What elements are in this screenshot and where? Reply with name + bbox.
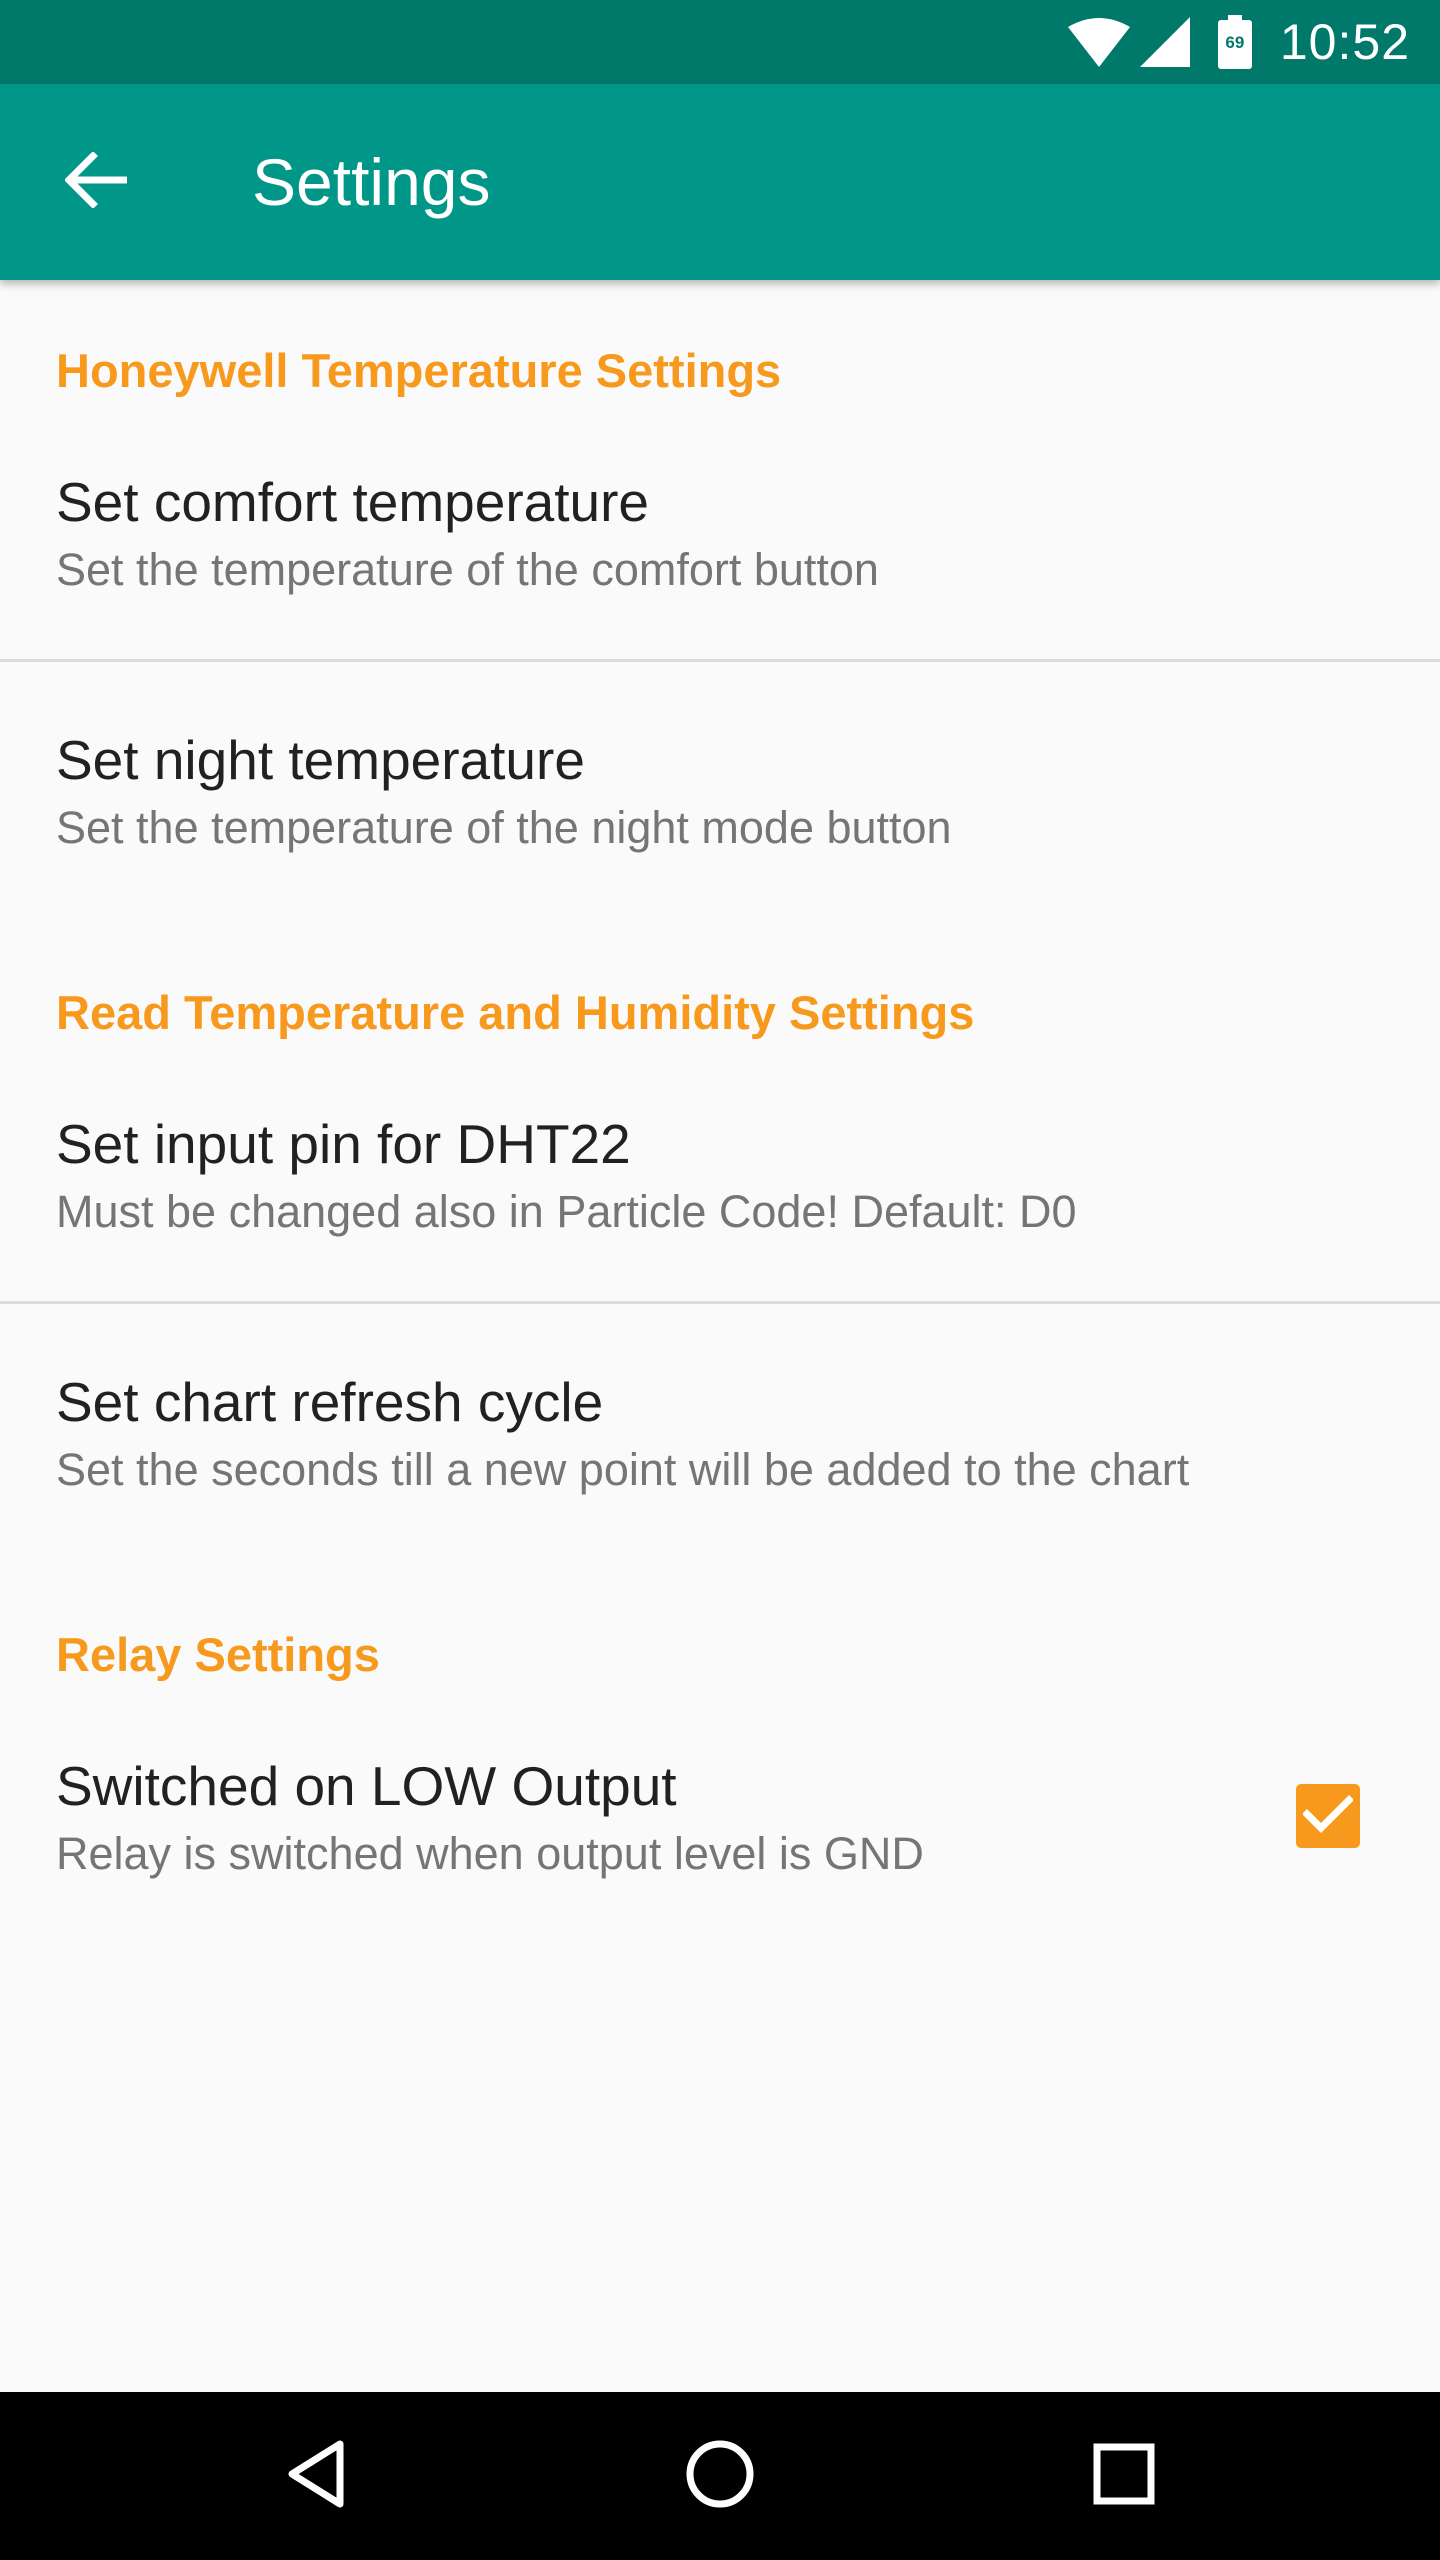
- pref-title: Switched on LOW Output: [56, 1755, 677, 1817]
- pref-summary: Must be changed also in Particle Code! D…: [56, 1186, 1077, 1237]
- pref-title: Set chart refresh cycle: [56, 1371, 604, 1433]
- nav-back-button[interactable]: [232, 2392, 400, 2560]
- app-bar: Settings: [0, 84, 1440, 280]
- status-icons: 69 10:52: [1067, 0, 1410, 84]
- nav-recents-button[interactable]: [1040, 2392, 1208, 2560]
- back-triangle-icon: [286, 2439, 346, 2514]
- pref-summary: Relay is switched when output level is G…: [56, 1828, 924, 1879]
- arrow-back-icon: [64, 150, 129, 213]
- pref-switched-on-low-output[interactable]: Switched on LOW Output Relay is switched…: [0, 1726, 1440, 1944]
- pref-title: Set comfort temperature: [56, 471, 650, 533]
- pref-summary: Set the temperature of the comfort butto…: [56, 544, 879, 595]
- pref-comfort-temperature[interactable]: Set comfort temperature Set the temperat…: [0, 442, 1440, 660]
- nav-home-button[interactable]: [636, 2392, 804, 2560]
- pref-title: Set night temperature: [56, 729, 585, 791]
- status-time: 10:52: [1279, 14, 1410, 70]
- category-temperature-humidity: Read Temperature and Humidity Settings: [56, 986, 975, 1039]
- pref-chart-refresh-cycle[interactable]: Set chart refresh cycle Set the seconds …: [0, 1304, 1440, 1522]
- cell-signal-icon: [1139, 17, 1190, 67]
- home-circle-icon: [685, 2439, 755, 2514]
- wifi-icon: [1067, 17, 1130, 67]
- checkmark-icon: [1302, 1794, 1354, 1839]
- navigation-bar: [0, 2392, 1440, 2560]
- category-relay: Relay Settings: [56, 1628, 380, 1681]
- pref-title: Set input pin for DHT22: [56, 1113, 631, 1175]
- page-title: Settings: [252, 145, 491, 219]
- battery-level: 69: [1225, 33, 1245, 52]
- pref-summary: Set the seconds till a new point will be…: [56, 1444, 1190, 1495]
- pref-summary: Set the temperature of the night mode bu…: [56, 802, 952, 853]
- pref-night-temperature[interactable]: Set night temperature Set the temperatur…: [0, 662, 1440, 880]
- category-honeywell-temperature: Honeywell Temperature Settings: [56, 344, 782, 397]
- pref-dht22-input-pin[interactable]: Set input pin for DHT22 Must be changed …: [0, 1084, 1440, 1302]
- battery-icon: 69: [1217, 15, 1252, 69]
- back-button[interactable]: [48, 134, 144, 230]
- low-output-checkbox[interactable]: [1296, 1784, 1360, 1848]
- recents-square-icon: [1093, 2443, 1155, 2510]
- status-bar: 69 10:52: [0, 0, 1440, 84]
